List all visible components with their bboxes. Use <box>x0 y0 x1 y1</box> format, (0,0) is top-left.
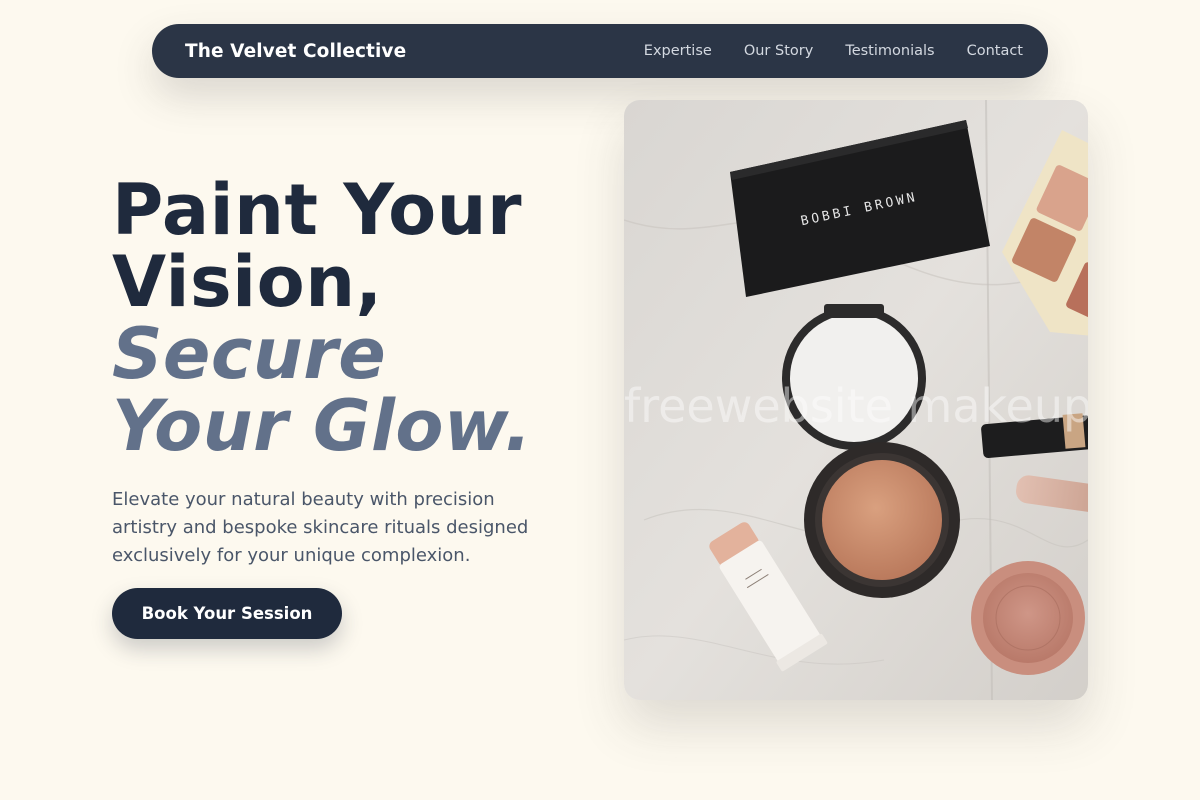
bronzer-compact <box>804 442 960 598</box>
makeup-illustration: BOBBI BROWN freewebsite makeup <box>624 100 1088 700</box>
nav-link-contact[interactable]: Contact <box>967 43 1023 59</box>
brand-logo-text[interactable]: The Velvet Collective <box>185 41 406 62</box>
hero-subtitle: Elevate your natural beauty with precisi… <box>112 489 529 566</box>
hero-title-accent-line: Your Glow. <box>112 385 532 467</box>
book-session-button[interactable]: Book Your Session <box>112 588 342 639</box>
hero-title-line: Vision, <box>112 241 383 323</box>
nav-link-testimonials[interactable]: Testimonials <box>845 43 934 59</box>
hero-title-line: Paint Your <box>112 169 523 251</box>
nav-links: Expertise Our Story Testimonials Contact <box>644 43 1023 59</box>
hero-title: Paint Your Vision, Secure Your Glow. <box>112 174 532 462</box>
blush-compact <box>971 561 1085 675</box>
photo-watermark: freewebsite makeup <box>624 379 1088 433</box>
nav-link-expertise[interactable]: Expertise <box>644 43 712 59</box>
hero-title-accent-line: Secure <box>112 313 387 395</box>
top-navbar: The Velvet Collective Expertise Our Stor… <box>152 24 1048 78</box>
hero-makeup-photo: BOBBI BROWN freewebsite makeup <box>624 100 1088 700</box>
nav-link-our-story[interactable]: Our Story <box>744 43 813 59</box>
